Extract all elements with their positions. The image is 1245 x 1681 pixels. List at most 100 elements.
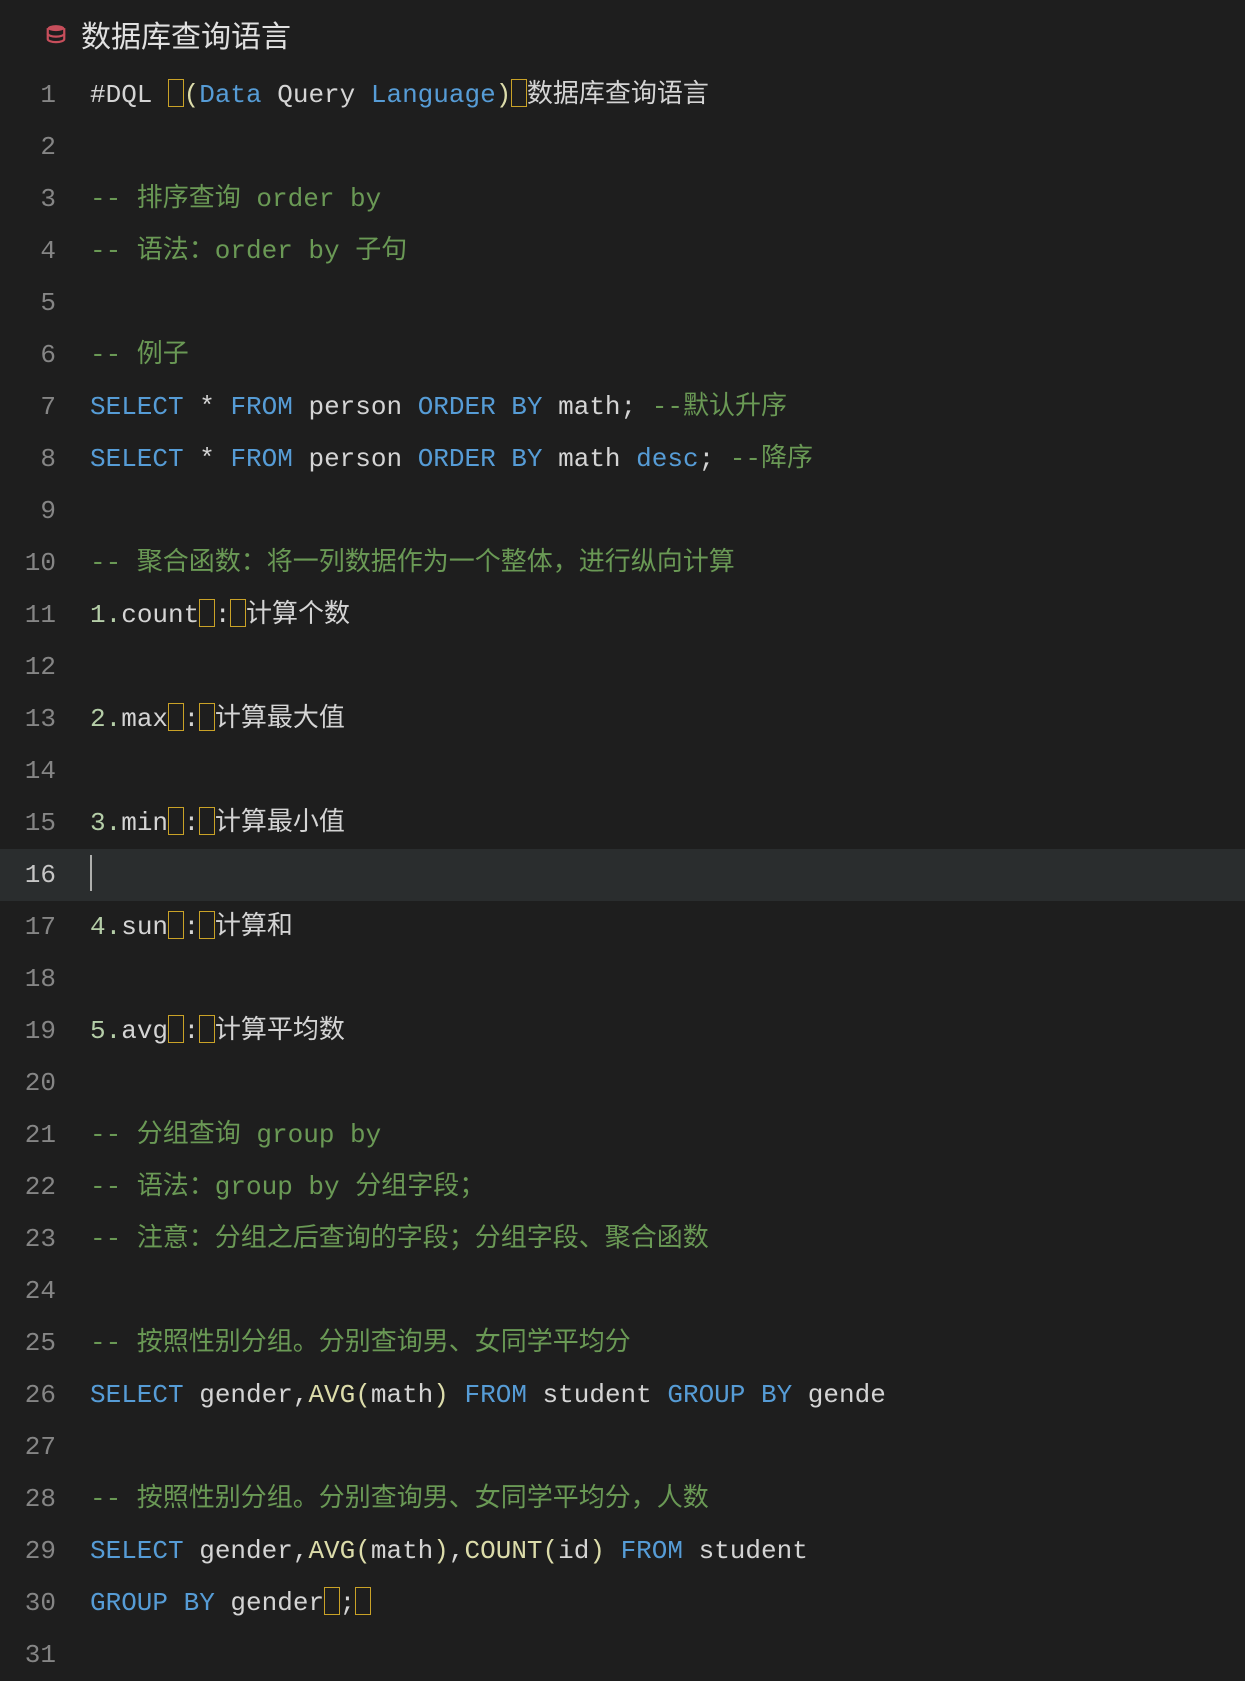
code-line[interactable]: 28-- 按照性别分组。分别查询男、女同学平均分，人数 [0, 1473, 1245, 1525]
token-plain: person [293, 392, 418, 422]
line-number: 7 [0, 381, 90, 433]
token-keyword: FROM [465, 1380, 527, 1410]
line-number: 8 [0, 433, 90, 485]
line-number: 24 [0, 1265, 90, 1317]
token-plain: avg [121, 1016, 168, 1046]
code-content[interactable]: GROUP BY gender; [90, 1577, 1245, 1629]
code-content[interactable]: 5.avg:计算平均数 [90, 1005, 1245, 1057]
code-content[interactable]: SELECT * FROM person ORDER BY math desc;… [90, 433, 1245, 485]
token-plain: 计算和 [215, 912, 293, 942]
code-line[interactable]: 10-- 聚合函数：将一列数据作为一个整体，进行纵向计算 [0, 537, 1245, 589]
code-content[interactable]: -- 按照性别分组。分别查询男、女同学平均分，人数 [90, 1473, 1245, 1525]
line-number: 10 [0, 537, 90, 589]
code-line[interactable]: 31 [0, 1629, 1245, 1681]
token-plain: 数据库查询语言 [527, 80, 709, 110]
code-content[interactable]: -- 分组查询 group by [90, 1109, 1245, 1161]
token-comment: -- 语法：order by 子句 [90, 236, 407, 266]
code-line[interactable]: 5 [0, 277, 1245, 329]
code-content[interactable]: SELECT gender,AVG(math),COUNT(id) FROM s… [90, 1525, 1245, 1577]
code-line[interactable]: 3-- 排序查询 order by [0, 173, 1245, 225]
token-keyword: SELECT [90, 1380, 184, 1410]
code-line[interactable]: 20 [0, 1057, 1245, 1109]
code-line[interactable]: 2 [0, 121, 1245, 173]
database-icon [45, 24, 67, 46]
code-line[interactable]: 22-- 语法：group by 分组字段； [0, 1161, 1245, 1213]
token-plain: 计算平均数 [215, 1016, 345, 1046]
code-line[interactable]: 27 [0, 1421, 1245, 1473]
line-number: 30 [0, 1577, 90, 1629]
code-content[interactable]: #DQL (Data Query Language)数据库查询语言 [90, 69, 1245, 121]
token-number: 3. [90, 808, 121, 838]
line-number: 22 [0, 1161, 90, 1213]
code-line[interactable]: 153.min:计算最小值 [0, 797, 1245, 849]
code-content[interactable]: 4.sun:计算和 [90, 901, 1245, 953]
token-comment: -- 排序查询 order by [90, 184, 381, 214]
code-line[interactable]: 4-- 语法：order by 子句 [0, 225, 1245, 277]
token-keyword: FROM [621, 1536, 683, 1566]
token-plain: #DQL [90, 80, 168, 110]
token-number: 4. [90, 912, 121, 942]
token-plain: : [184, 704, 200, 734]
code-content[interactable]: SELECT gender,AVG(math) FROM student GRO… [90, 1369, 1245, 1421]
line-number: 26 [0, 1369, 90, 1421]
code-content[interactable]: -- 语法：group by 分组字段； [90, 1161, 1245, 1213]
token-plain: count [121, 600, 199, 630]
code-line[interactable]: 16 [0, 849, 1245, 901]
fullwidth-space-highlight [199, 911, 215, 940]
code-line[interactable]: 9 [0, 485, 1245, 537]
code-content[interactable]: 1.count:计算个数 [90, 589, 1245, 641]
code-content[interactable]: SELECT * FROM person ORDER BY math; --默认… [90, 381, 1245, 433]
fullwidth-space-highlight [168, 807, 184, 836]
token-comment: -- 按照性别分组。分别查询男、女同学平均分 [90, 1328, 631, 1358]
token-plain: Query [262, 80, 371, 110]
line-number: 21 [0, 1109, 90, 1161]
tab-title[interactable]: 数据库查询语言 [81, 12, 291, 57]
code-content[interactable]: -- 例子 [90, 329, 1245, 381]
code-line[interactable]: 24 [0, 1265, 1245, 1317]
code-content[interactable]: 3.min:计算最小值 [90, 797, 1245, 849]
code-content[interactable]: -- 语法：order by 子句 [90, 225, 1245, 277]
token-comment: -- 聚合函数：将一列数据作为一个整体，进行纵向计算 [90, 548, 735, 578]
line-number: 1 [0, 69, 90, 121]
token-fn: AVG [308, 1380, 355, 1410]
token-paren: ( [543, 1536, 559, 1566]
token-plain: : [184, 1016, 200, 1046]
token-paren: ( [355, 1380, 371, 1410]
code-content[interactable]: 2.max:计算最大值 [90, 693, 1245, 745]
line-number: 11 [0, 589, 90, 641]
code-content[interactable]: -- 排序查询 order by [90, 173, 1245, 225]
code-line[interactable]: 111.count:计算个数 [0, 589, 1245, 641]
code-line[interactable]: 26SELECT gender,AVG(math) FROM student G… [0, 1369, 1245, 1421]
code-line[interactable]: 174.sun:计算和 [0, 901, 1245, 953]
code-line[interactable]: 12 [0, 641, 1245, 693]
code-line[interactable]: 7SELECT * FROM person ORDER BY math; --默… [0, 381, 1245, 433]
token-plain: gender [215, 1588, 324, 1618]
code-line[interactable]: 6-- 例子 [0, 329, 1245, 381]
token-plain: gende [792, 1380, 886, 1410]
code-content[interactable] [90, 849, 1245, 901]
code-line[interactable]: 1#DQL (Data Query Language)数据库查询语言 [0, 69, 1245, 121]
code-line[interactable]: 25-- 按照性别分组。分别查询男、女同学平均分 [0, 1317, 1245, 1369]
code-line[interactable]: 29SELECT gender,AVG(math),COUNT(id) FROM… [0, 1525, 1245, 1577]
token-plain: person [293, 444, 418, 474]
code-line[interactable]: 23-- 注意：分组之后查询的字段；分组字段、聚合函数 [0, 1213, 1245, 1265]
code-content[interactable]: -- 聚合函数：将一列数据作为一个整体，进行纵向计算 [90, 537, 1245, 589]
fullwidth-space-highlight [199, 1015, 215, 1044]
code-line[interactable]: 18 [0, 953, 1245, 1005]
line-number: 6 [0, 329, 90, 381]
token-plain: : [215, 600, 231, 630]
code-content[interactable]: -- 按照性别分组。分别查询男、女同学平均分 [90, 1317, 1245, 1369]
code-content[interactable]: -- 注意：分组之后查询的字段；分组字段、聚合函数 [90, 1213, 1245, 1265]
code-line[interactable]: 21-- 分组查询 group by [0, 1109, 1245, 1161]
token-plain: math; [543, 392, 652, 422]
code-editor[interactable]: 1#DQL (Data Query Language)数据库查询语言23-- 排… [0, 69, 1245, 1681]
line-number: 17 [0, 901, 90, 953]
code-line[interactable]: 14 [0, 745, 1245, 797]
code-line[interactable]: 30GROUP BY gender; [0, 1577, 1245, 1629]
code-line[interactable]: 132.max:计算最大值 [0, 693, 1245, 745]
token-comment: --降序 [730, 444, 813, 474]
tab-bar: 数据库查询语言 [0, 0, 1245, 69]
token-plain: ; [699, 444, 730, 474]
code-line[interactable]: 8SELECT * FROM person ORDER BY math desc… [0, 433, 1245, 485]
code-line[interactable]: 195.avg:计算平均数 [0, 1005, 1245, 1057]
